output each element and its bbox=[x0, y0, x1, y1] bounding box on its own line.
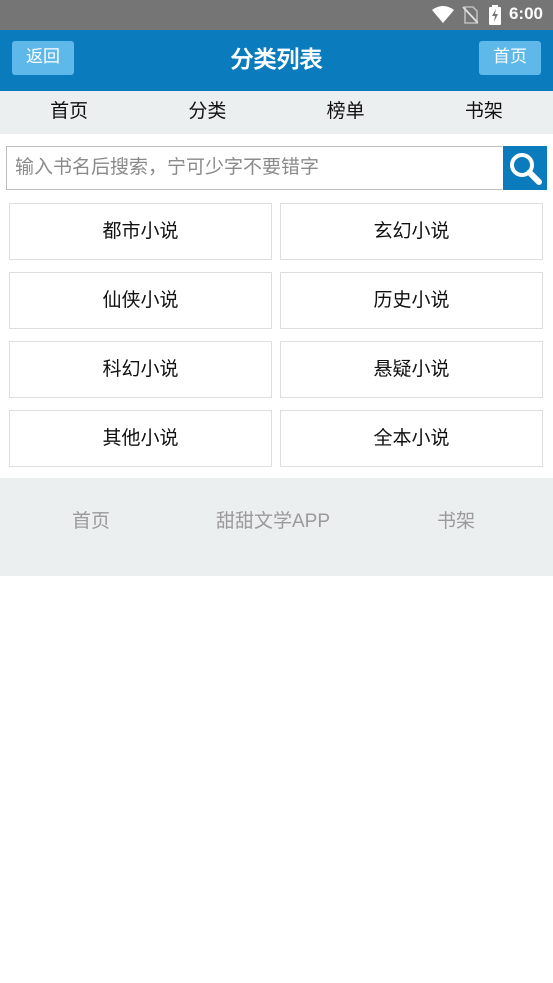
footer-app-link[interactable]: 甜甜文学APP bbox=[216, 506, 330, 533]
nav-item-home[interactable]: 首页 bbox=[0, 91, 138, 134]
nav-item-category[interactable]: 分类 bbox=[138, 91, 276, 134]
page-title: 分类列表 bbox=[230, 46, 323, 72]
search-bar bbox=[6, 146, 547, 190]
category-history[interactable]: 历史小说 bbox=[280, 272, 543, 329]
app-header: 分类列表 返回 首页 bbox=[0, 30, 553, 91]
nav-item-ranking[interactable]: 榜单 bbox=[277, 91, 415, 134]
search-button[interactable] bbox=[503, 146, 547, 190]
category-scifi[interactable]: 科幻小说 bbox=[9, 341, 272, 398]
wifi-icon bbox=[432, 6, 454, 23]
search-icon bbox=[510, 153, 542, 185]
home-button[interactable]: 首页 bbox=[479, 41, 541, 75]
category-complete[interactable]: 全本小说 bbox=[280, 410, 543, 467]
category-mystery[interactable]: 悬疑小说 bbox=[280, 341, 543, 398]
footer: 首页 甜甜文学APP 书架 bbox=[0, 478, 553, 576]
battery-charging-icon bbox=[489, 5, 501, 25]
category-grid: 都市小说 玄幻小说 仙侠小说 历史小说 科幻小说 悬疑小说 其他小说 全本小说 bbox=[9, 203, 543, 467]
category-urban[interactable]: 都市小说 bbox=[9, 203, 272, 260]
no-sim-icon bbox=[462, 6, 478, 24]
back-button[interactable]: 返回 bbox=[12, 41, 74, 75]
footer-home-link[interactable]: 首页 bbox=[72, 506, 110, 533]
category-fantasy[interactable]: 玄幻小说 bbox=[280, 203, 543, 260]
category-xianxia[interactable]: 仙侠小说 bbox=[9, 272, 272, 329]
clock: 6:00 bbox=[508, 4, 543, 23]
footer-bookshelf-link[interactable]: 书架 bbox=[437, 506, 475, 533]
top-nav: 首页 分类 榜单 书架 bbox=[0, 91, 553, 134]
search-input[interactable] bbox=[6, 146, 502, 190]
nav-item-bookshelf[interactable]: 书架 bbox=[415, 91, 553, 134]
category-other[interactable]: 其他小说 bbox=[9, 410, 272, 467]
status-bar: 6:00 bbox=[0, 0, 553, 30]
